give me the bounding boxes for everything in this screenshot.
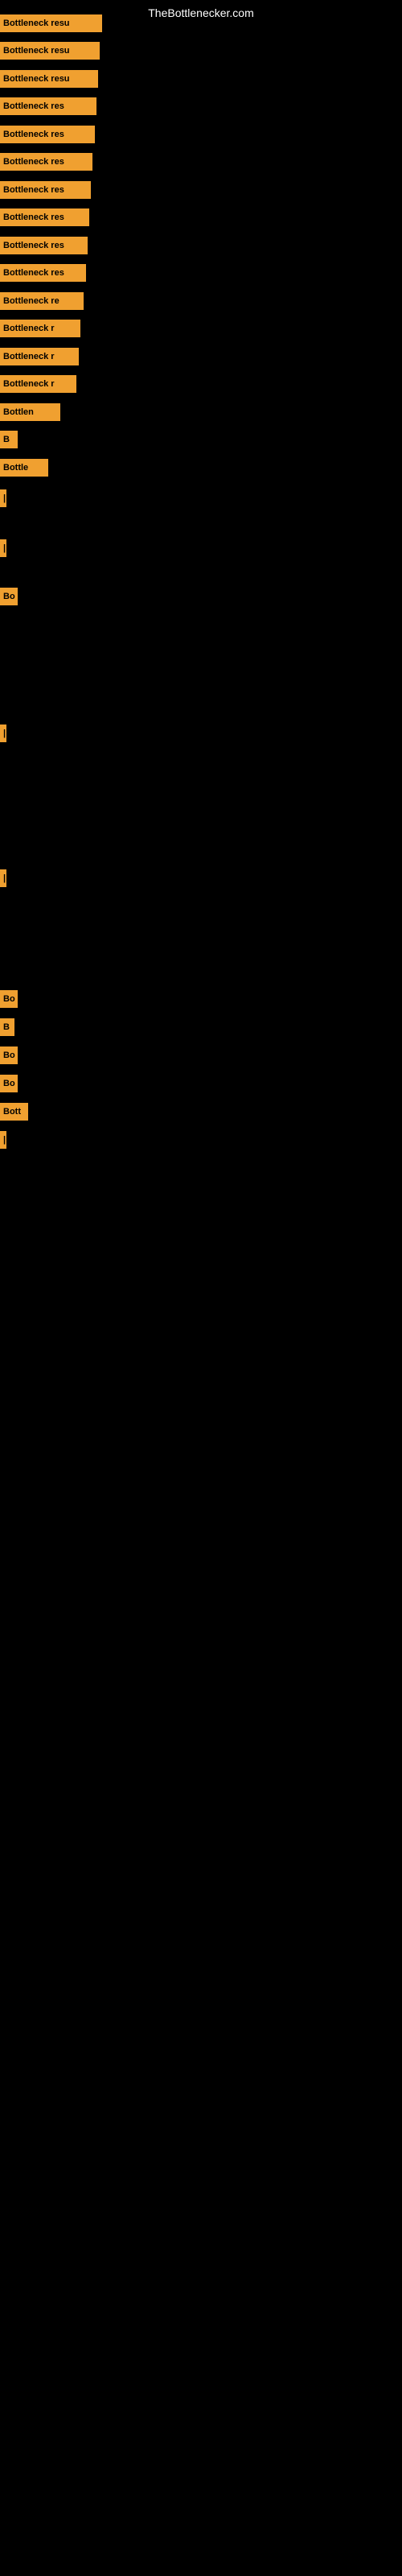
- bar-item: |: [0, 869, 6, 887]
- bar-item: |: [0, 489, 6, 507]
- bar-item: Bottleneck resu: [0, 42, 100, 60]
- bar-label: |: [0, 489, 6, 507]
- bar-item: Bottleneck res: [0, 208, 89, 226]
- bar-label: Bottleneck res: [0, 126, 95, 143]
- bar-item: Bottleneck res: [0, 97, 96, 115]
- bar-label: Bottleneck r: [0, 375, 76, 393]
- bar-item: Bo: [0, 588, 18, 605]
- bar-item: |: [0, 539, 6, 557]
- bar-label: Bottleneck res: [0, 237, 88, 254]
- bar-label: Bottleneck res: [0, 153, 92, 171]
- bar-item: Bo: [0, 1046, 18, 1064]
- bar-label: |: [0, 869, 6, 887]
- bar-item: Bo: [0, 1075, 18, 1092]
- bar-label: Bo: [0, 1046, 18, 1064]
- bar-label: B: [0, 431, 18, 448]
- bar-label: Bottleneck r: [0, 320, 80, 337]
- bar-label: Bottleneck resu: [0, 42, 100, 60]
- bar-label: Bo: [0, 588, 18, 605]
- bar-item: Bottleneck resu: [0, 14, 102, 32]
- bar-label: |: [0, 724, 6, 742]
- bar-item: Bottleneck res: [0, 181, 91, 199]
- bar-label: Bottleneck res: [0, 264, 86, 282]
- bar-item: Bottleneck res: [0, 264, 86, 282]
- bar-item: Bottlen: [0, 403, 60, 421]
- bar-label: Bottleneck res: [0, 181, 91, 199]
- bar-item: Bott: [0, 1103, 28, 1121]
- bar-label: Bottlen: [0, 403, 60, 421]
- bar-label: |: [0, 539, 6, 557]
- bar-label: Bottleneck res: [0, 97, 96, 115]
- bar-item: |: [0, 1131, 6, 1149]
- bar-label: Bo: [0, 1075, 18, 1092]
- bar-item: |: [0, 724, 6, 742]
- bar-label: B: [0, 1018, 14, 1036]
- bar-label: Bo: [0, 990, 18, 1008]
- bar-label: Bottleneck r: [0, 348, 79, 365]
- bar-label: Bott: [0, 1103, 28, 1121]
- bar-item: Bottleneck r: [0, 375, 76, 393]
- bar-item: Bottleneck re: [0, 292, 84, 310]
- bar-item: Bottleneck res: [0, 237, 88, 254]
- bar-item: Bottleneck res: [0, 153, 92, 171]
- bar-label: Bottleneck resu: [0, 14, 102, 32]
- bar-label: Bottleneck res: [0, 208, 89, 226]
- bar-label: |: [0, 1131, 6, 1149]
- bar-item: Bottleneck res: [0, 126, 95, 143]
- bar-item: Bottle: [0, 459, 48, 477]
- bar-item: Bo: [0, 990, 18, 1008]
- bar-item: Bottleneck r: [0, 348, 79, 365]
- bar-item: Bottleneck resu: [0, 70, 98, 88]
- bar-label: Bottleneck resu: [0, 70, 98, 88]
- bar-item: B: [0, 431, 18, 448]
- bar-item: B: [0, 1018, 14, 1036]
- bar-item: Bottleneck r: [0, 320, 80, 337]
- bar-label: Bottleneck re: [0, 292, 84, 310]
- bar-label: Bottle: [0, 459, 48, 477]
